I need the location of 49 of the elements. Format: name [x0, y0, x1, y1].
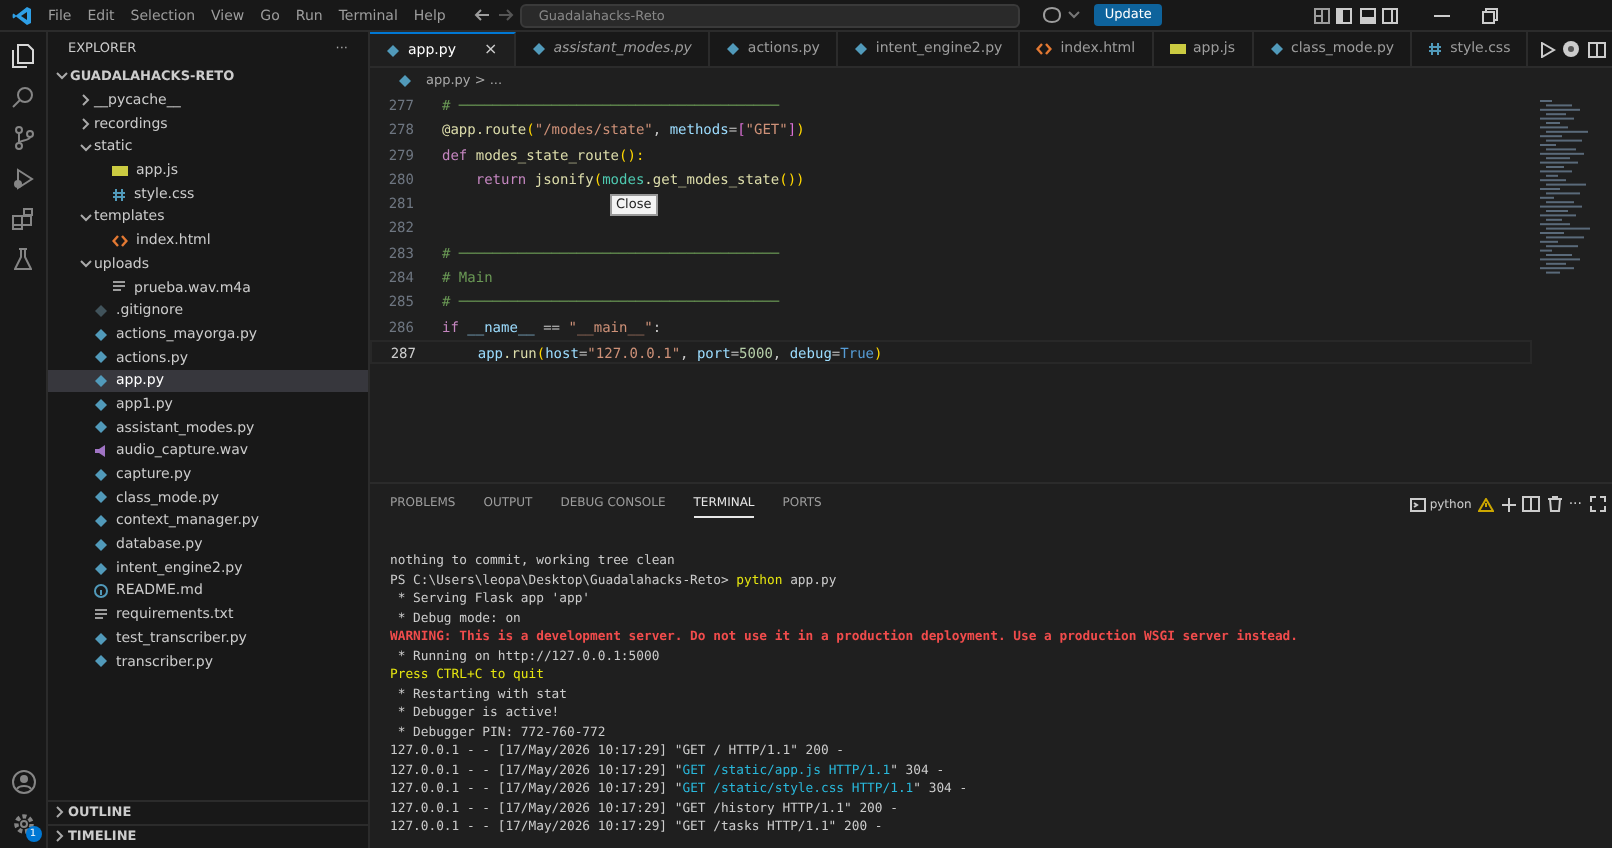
chevron-down-icon: [80, 143, 92, 152]
maximize-icon[interactable]: [1589, 496, 1605, 512]
warning-icon: [1478, 497, 1495, 511]
source-control-icon[interactable]: [13, 126, 33, 150]
hash-file-icon: [1428, 42, 1443, 56]
run-debug-icon[interactable]: [12, 168, 34, 190]
js-file-icon: [112, 163, 128, 178]
flask-icon[interactable]: [14, 248, 32, 270]
terminal-icon: [1410, 497, 1427, 511]
chevron-down-icon: [80, 213, 92, 222]
split-editor-icon[interactable]: [1587, 41, 1605, 57]
close-tab-button[interactable]: ×: [484, 38, 498, 62]
diamond-file-icon: [94, 303, 108, 318]
js-file-icon: [1169, 42, 1186, 56]
secondary-sidebar-icon[interactable]: [1382, 7, 1399, 23]
account-icon[interactable]: [11, 770, 35, 794]
files-icon[interactable]: [12, 44, 34, 68]
forward-arrow-icon[interactable]: [497, 8, 514, 22]
python-file-icon: [853, 42, 868, 56]
back-arrow-icon[interactable]: [474, 8, 491, 22]
hash-file-icon: [112, 187, 126, 202]
split-terminal-icon[interactable]: [1522, 496, 1541, 512]
restore-icon[interactable]: [1482, 7, 1499, 23]
info-file-icon: [94, 584, 108, 599]
extensions-icon[interactable]: [12, 208, 34, 230]
settings-icon[interactable]: [11, 812, 35, 836]
code-file-icon: [112, 233, 128, 248]
python-file-icon: [1269, 42, 1284, 56]
layout-icon[interactable]: [1313, 7, 1330, 23]
panel-toggle-icon[interactable]: [1359, 7, 1376, 23]
app-logo-icon: [12, 5, 32, 25]
python-file-icon: [386, 43, 400, 57]
python-file-icon: [531, 42, 546, 56]
code-file-icon: [1036, 42, 1053, 56]
minimize-icon[interactable]: [1434, 13, 1451, 17]
chevron-down-icon: [56, 72, 68, 81]
speaker-file-icon: [94, 444, 108, 459]
sidebar-toggle-icon[interactable]: [1336, 7, 1353, 23]
run-icon[interactable]: [1539, 41, 1555, 57]
search-icon[interactable]: [12, 86, 34, 108]
add-terminal-icon[interactable]: [1501, 497, 1516, 511]
chat-icon[interactable]: [1041, 6, 1062, 24]
lines-file-icon: [94, 607, 108, 622]
trash-icon[interactable]: [1547, 496, 1562, 512]
python-file-icon: [398, 73, 412, 87]
lines-file-icon: [112, 280, 126, 295]
python-file-icon: [725, 42, 740, 56]
chevron-down-icon: [80, 259, 92, 268]
caret-icon[interactable]: [1068, 10, 1081, 20]
